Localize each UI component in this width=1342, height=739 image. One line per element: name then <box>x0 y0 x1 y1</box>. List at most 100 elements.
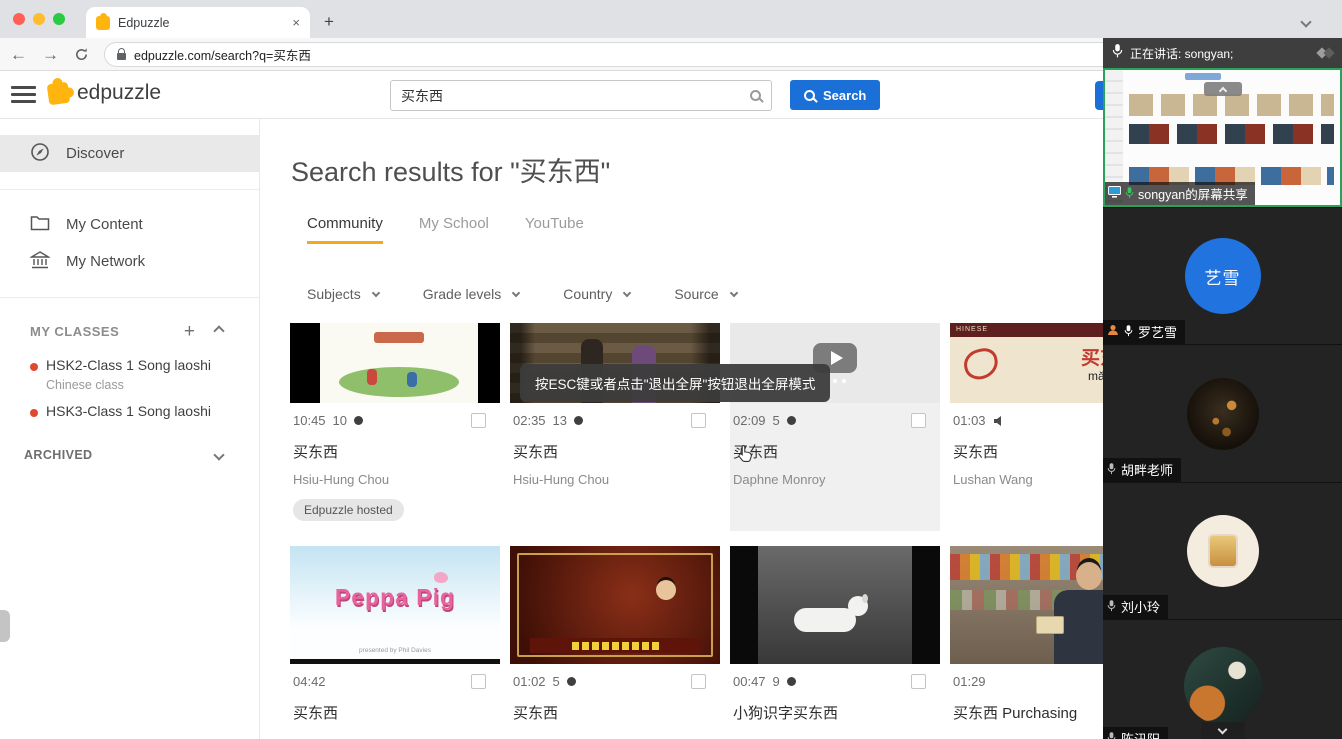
edpuzzle-hosted-badge: Edpuzzle hosted <box>293 499 404 521</box>
video-duration: 04:42 <box>293 674 326 689</box>
class-item-hsk3[interactable]: HSK3-Class 1 Song laoshi <box>0 394 259 421</box>
class-name[interactable]: HSK2-Class 1 Song laoshi <box>46 357 249 373</box>
video-select-checkbox[interactable] <box>911 413 926 428</box>
tab-search-chevron-icon[interactable] <box>1302 13 1310 31</box>
thumbnail-text: mǎi dōngxi <box>1088 369 1103 383</box>
assignments-count-icon <box>354 416 363 425</box>
video-title[interactable]: 买东西 <box>510 702 720 723</box>
back-icon[interactable]: ← <box>10 46 27 63</box>
search-icon <box>750 90 761 101</box>
chevron-down-icon <box>623 288 631 296</box>
thumbnail-art: HINESE LES <box>950 323 1103 337</box>
filter-source[interactable]: Source <box>674 286 736 302</box>
subtitle-band <box>530 638 700 653</box>
video-card[interactable]: Peppa Pig presented by Phil Davies 04:42… <box>290 546 500 723</box>
class-color-dot <box>30 363 38 371</box>
hamburger-menu-icon[interactable] <box>11 86 36 107</box>
video-author: Lushan Wang <box>950 472 1103 487</box>
video-thumbnail[interactable] <box>510 546 720 664</box>
video-card[interactable]: 01:02 5 买东西 <box>510 546 720 723</box>
tab-title: Edpuzzle <box>118 16 284 30</box>
video-title[interactable]: 买东西 <box>290 702 500 723</box>
video-select-checkbox[interactable] <box>471 674 486 689</box>
video-count: 10 <box>333 413 347 428</box>
video-title[interactable]: 买东西 <box>730 441 940 462</box>
video-grid-row: 10:45 10 买东西 Hsiu-Hung Chou Edpuzzle hos… <box>290 323 1103 531</box>
video-title[interactable]: 买东西 <box>510 441 720 462</box>
video-title[interactable]: 买东西 Purchasing <box>950 702 1103 723</box>
discover-compass-icon <box>30 142 50 166</box>
search-button[interactable]: Search <box>790 80 880 110</box>
video-thumbnail[interactable]: HINESE LES 买东西 mǎi dōngxi <box>950 323 1103 403</box>
sidebar-item-my-content[interactable]: My Content <box>0 206 259 243</box>
video-select-checkbox[interactable] <box>911 674 926 689</box>
collapse-classes-chevron-icon[interactable] <box>213 325 224 336</box>
video-count: 9 <box>773 674 780 689</box>
participant-label: 陈汛阳 <box>1103 727 1168 739</box>
class-item-hsk2[interactable]: HSK2-Class 1 Song laoshi Chinese class <box>0 348 259 394</box>
tab-my-school[interactable]: My School <box>419 215 489 244</box>
video-select-checkbox[interactable] <box>471 413 486 428</box>
screen-share-tile[interactable]: songyan的屏幕共享 <box>1103 68 1342 207</box>
reload-icon[interactable] <box>74 47 89 62</box>
tab-youtube[interactable]: YouTube <box>525 215 584 244</box>
filter-grade-levels[interactable]: Grade levels <box>423 286 520 302</box>
video-thumbnail[interactable]: Peppa Pig presented by Phil Davies <box>290 546 500 664</box>
participant-tile[interactable]: 胡畔老师 <box>1103 344 1342 482</box>
sidebar-item-my-network[interactable]: My Network <box>0 243 259 280</box>
video-select-checkbox[interactable] <box>691 413 706 428</box>
video-thumbnail[interactable] <box>730 546 940 664</box>
video-card[interactable]: 01:29 买东西 Purchasing <box>950 546 1103 723</box>
participant-tile[interactable]: 刘小玲 <box>1103 482 1342 619</box>
filter-subjects[interactable]: Subjects <box>307 286 379 302</box>
video-title[interactable]: 买东西 <box>290 441 500 462</box>
search-input[interactable] <box>401 88 750 104</box>
forward-icon[interactable]: → <box>42 46 59 63</box>
filter-country[interactable]: Country <box>563 286 630 302</box>
video-title[interactable]: 买东西 <box>950 441 1103 462</box>
video-title[interactable]: 小狗识字买东西 <box>730 702 940 723</box>
class-name[interactable]: HSK3-Class 1 Song laoshi <box>46 403 249 419</box>
tab-close-icon[interactable]: × <box>292 16 300 29</box>
video-author: Daphne Monroy <box>730 472 940 487</box>
sidebar-drag-handle[interactable] <box>0 610 10 642</box>
collapse-panel-button[interactable] <box>1204 82 1242 96</box>
new-tab-button[interactable]: + <box>324 13 334 30</box>
network-building-icon <box>30 251 50 273</box>
chevron-down-icon <box>512 288 520 296</box>
thumbnail-art <box>758 546 912 664</box>
close-window-button[interactable] <box>13 13 25 25</box>
video-card[interactable]: 02:35 13 买东西 Hsiu-Hung Chou <box>510 323 720 531</box>
screen-share-icon <box>1108 186 1121 201</box>
url-text[interactable]: edpuzzle.com/search?q=买东西 <box>134 45 311 64</box>
video-card[interactable]: HINESE LES 买东西 mǎi dōngxi 01:03 买东西 Lush… <box>950 323 1103 531</box>
maximize-window-button[interactable] <box>53 13 65 25</box>
collapse-participants-button[interactable] <box>1201 722 1245 739</box>
participant-tile[interactable]: 艺雪 罗艺雪 <box>1103 207 1342 344</box>
archived-section[interactable]: ARCHIVED <box>0 437 259 473</box>
video-duration: 01:29 <box>953 674 986 689</box>
filters-row: Subjects Grade levels Country Source <box>307 286 1103 302</box>
network-signal-icon <box>1318 49 1333 57</box>
video-thumbnail[interactable] <box>290 323 500 403</box>
thumbnail-text: HINESE <box>956 326 988 337</box>
video-thumbnail[interactable] <box>950 546 1103 664</box>
minimize-window-button[interactable] <box>33 13 45 25</box>
video-card[interactable]: 02:09 5 买东西 Daphne Monroy <box>730 323 940 531</box>
expand-archived-chevron-icon[interactable] <box>213 449 224 460</box>
divider <box>0 297 259 298</box>
assignments-count-icon <box>787 677 796 686</box>
browser-tab[interactable]: Edpuzzle × <box>86 7 310 38</box>
video-duration: 00:47 <box>733 674 766 689</box>
edpuzzle-logo[interactable]: edpuzzle <box>48 81 161 105</box>
video-card[interactable]: 10:45 10 买东西 Hsiu-Hung Chou Edpuzzle hos… <box>290 323 500 531</box>
sidebar-item-discover[interactable]: Discover <box>0 135 259 172</box>
tab-community[interactable]: Community <box>307 215 383 244</box>
add-class-icon[interactable]: + <box>184 322 195 341</box>
results-tabs: Community My School YouTube <box>307 215 1103 244</box>
participant-tile[interactable]: 陈汛阳 <box>1103 619 1342 739</box>
screen: Edpuzzle × + ← → edpuzzle.com/search?q=买… <box>0 0 1342 739</box>
avatar <box>1187 378 1259 450</box>
video-card[interactable]: 00:47 9 小狗识字买东西 <box>730 546 940 723</box>
video-select-checkbox[interactable] <box>691 674 706 689</box>
